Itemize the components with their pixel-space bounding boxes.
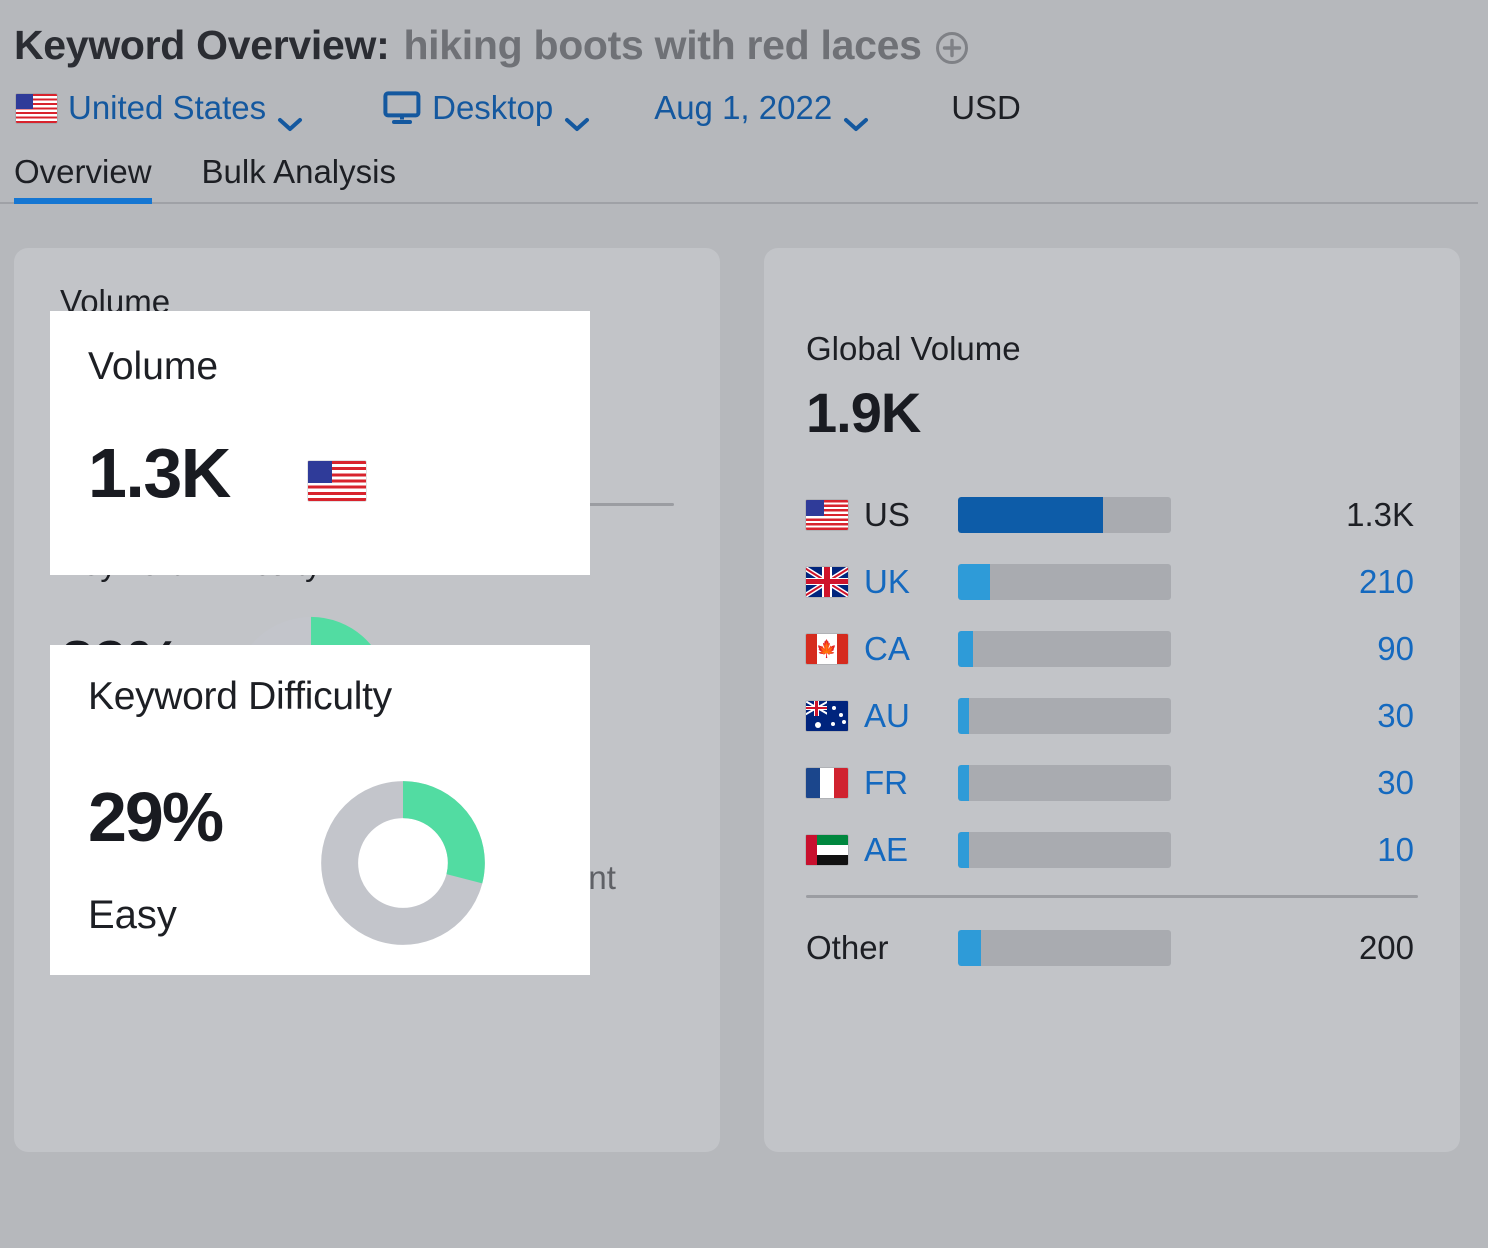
country-volume-value: 200 <box>1171 929 1418 967</box>
global-volume-label: Global Volume <box>806 330 1418 368</box>
filter-bar: United States Desktop <box>14 76 1488 140</box>
country-label-other: Other <box>806 929 958 967</box>
ae-flag-icon <box>806 835 848 865</box>
country-code: US <box>864 496 910 534</box>
page-header: Keyword Overview: hiking boots with red … <box>0 0 1488 140</box>
global-volume-card: Global Volume 1.9K US 1.3K <box>764 248 1460 1152</box>
country-code: FR <box>864 764 908 802</box>
table-row[interactable]: UK 210 <box>806 548 1418 615</box>
currency-label: USD <box>951 89 1021 127</box>
volume-bar-track <box>958 765 1171 801</box>
volume-bar-track <box>958 698 1171 734</box>
tab-bulk-analysis[interactable]: Bulk Analysis <box>202 153 396 204</box>
volume-bar-track <box>958 497 1171 533</box>
keyword-difficulty-rating: Easy <box>88 893 177 938</box>
monitor-icon <box>383 91 421 125</box>
volume-bar-fill <box>958 497 1103 533</box>
country-label-uk[interactable]: UK <box>806 563 958 601</box>
country-selector[interactable]: United States <box>16 89 303 127</box>
volume-value: 1.3K <box>88 433 230 513</box>
fr-flag-icon <box>806 768 848 798</box>
uk-flag-icon <box>806 567 848 597</box>
country-volume-value[interactable]: 90 <box>1171 630 1418 668</box>
device-selector[interactable]: Desktop <box>383 89 590 127</box>
page-title: Keyword Overview: <box>14 22 389 69</box>
volume-highlight-overlay: Volume 1.3K <box>50 311 590 575</box>
volume-bar-fill <box>958 832 969 868</box>
volume-bar-fill <box>958 631 973 667</box>
country-volume-value[interactable]: 30 <box>1171 764 1418 802</box>
table-row[interactable]: 🍁 CA 90 <box>806 615 1418 682</box>
title-row: Keyword Overview: hiking boots with red … <box>14 14 1488 76</box>
country-volume-list: US 1.3K UK <box>806 481 1418 981</box>
tab-bar: Overview Bulk Analysis <box>0 140 1488 204</box>
volume-bar-fill <box>958 698 969 734</box>
us-flag-icon <box>16 94 57 123</box>
volume-bar-track <box>958 564 1171 600</box>
country-code: AE <box>864 831 908 869</box>
chevron-down-icon <box>564 102 590 118</box>
table-row[interactable]: AE 10 <box>806 816 1418 883</box>
au-flag-icon <box>806 701 848 731</box>
country-volume-value[interactable]: 210 <box>1171 563 1418 601</box>
country-code: CA <box>864 630 910 668</box>
global-volume-value: 1.9K <box>806 380 1418 445</box>
date-selector[interactable]: Aug 1, 2022 <box>654 89 869 127</box>
us-flag-icon <box>806 500 848 530</box>
volume-bar-track <box>958 631 1171 667</box>
country-list-divider <box>806 895 1418 898</box>
country-code: UK <box>864 563 910 601</box>
keyword-difficulty-value: 29% <box>88 777 222 857</box>
country-label-ae[interactable]: AE <box>806 831 958 869</box>
date-selector-label: Aug 1, 2022 <box>654 89 832 127</box>
ca-flag-icon: 🍁 <box>806 634 848 664</box>
volume-bar-fill <box>958 930 981 966</box>
chevron-down-icon <box>277 102 303 118</box>
page-title-keyword: hiking boots with red laces <box>403 22 921 69</box>
country-code: AU <box>864 697 910 735</box>
country-label-us: US <box>806 496 958 534</box>
us-flag-icon <box>308 461 366 501</box>
chevron-down-icon <box>843 102 869 118</box>
country-label-ca[interactable]: 🍁 CA <box>806 630 958 668</box>
volume-bar-fill <box>958 564 990 600</box>
keyword-difficulty-donut-chart <box>315 775 491 956</box>
volume-bar-track <box>958 930 1171 966</box>
volume-label: Volume <box>88 345 218 389</box>
country-selector-label: United States <box>68 89 266 127</box>
tab-overview[interactable]: Overview <box>14 153 152 204</box>
table-row: Other 200 <box>806 914 1418 981</box>
country-label-au[interactable]: AU <box>806 697 958 735</box>
table-row[interactable]: FR 30 <box>806 749 1418 816</box>
device-selector-label: Desktop <box>432 89 553 127</box>
table-row[interactable]: AU 30 <box>806 682 1418 749</box>
volume-bar-fill <box>958 765 969 801</box>
country-code: Other <box>806 929 889 967</box>
country-label-fr[interactable]: FR <box>806 764 958 802</box>
keyword-difficulty-highlight-overlay: Keyword Difficulty 29% Easy <box>50 645 590 975</box>
country-volume-value: 1.3K <box>1171 496 1418 534</box>
keyword-difficulty-label: Keyword Difficulty <box>88 675 392 719</box>
country-volume-value[interactable]: 30 <box>1171 697 1418 735</box>
table-row[interactable]: US 1.3K <box>806 481 1418 548</box>
country-volume-value[interactable]: 10 <box>1171 831 1418 869</box>
plus-circle-icon[interactable] <box>934 30 970 66</box>
volume-bar-track <box>958 832 1171 868</box>
